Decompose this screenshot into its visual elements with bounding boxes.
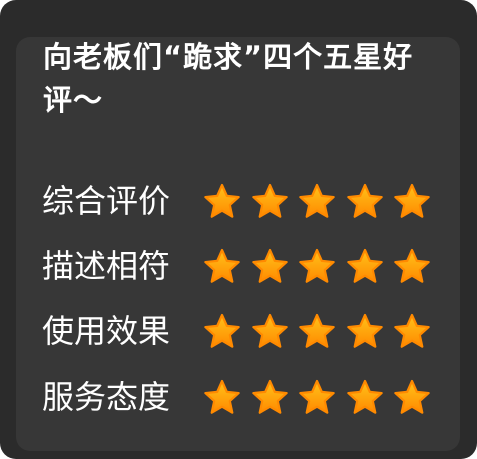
star-icon[interactable] xyxy=(299,313,335,349)
rating-row-overall: 综合评价 xyxy=(42,179,430,223)
rating-label: 综合评价 xyxy=(42,182,171,220)
star-icon[interactable] xyxy=(346,313,383,349)
star-icon[interactable] xyxy=(394,313,430,349)
star-icon[interactable] xyxy=(394,183,430,219)
review-card: 向老板们“跪求”四个五星好评～ 综合评价 描述相符 使用效果 服务态度 xyxy=(0,0,477,459)
star-icon[interactable] xyxy=(204,313,240,349)
star-rating[interactable] xyxy=(204,313,430,349)
star-icon[interactable] xyxy=(204,248,240,284)
star-icon[interactable] xyxy=(251,379,288,415)
star-icon[interactable] xyxy=(251,313,288,349)
rating-row-effect: 使用效果 xyxy=(42,309,430,353)
rating-row-description: 描述相符 xyxy=(42,244,430,288)
star-icon[interactable] xyxy=(394,379,430,415)
star-icon[interactable] xyxy=(346,183,383,219)
star-icon[interactable] xyxy=(299,379,335,415)
star-icon[interactable] xyxy=(204,183,240,219)
star-icon[interactable] xyxy=(204,379,240,415)
rating-label: 使用效果 xyxy=(42,312,171,350)
star-rating[interactable] xyxy=(204,183,430,219)
star-rating[interactable] xyxy=(204,248,430,284)
star-rating[interactable] xyxy=(204,379,430,415)
star-icon[interactable] xyxy=(394,248,430,284)
rating-label: 服务态度 xyxy=(42,378,171,416)
rating-row-service: 服务态度 xyxy=(42,375,430,419)
star-icon[interactable] xyxy=(251,183,288,219)
star-icon[interactable] xyxy=(299,248,335,284)
rating-label: 描述相符 xyxy=(42,247,171,285)
star-icon[interactable] xyxy=(346,379,383,415)
star-icon[interactable] xyxy=(251,248,288,284)
star-icon[interactable] xyxy=(346,248,383,284)
star-icon[interactable] xyxy=(299,183,335,219)
page-title: 向老板们“跪求”四个五星好评～ xyxy=(43,40,414,117)
